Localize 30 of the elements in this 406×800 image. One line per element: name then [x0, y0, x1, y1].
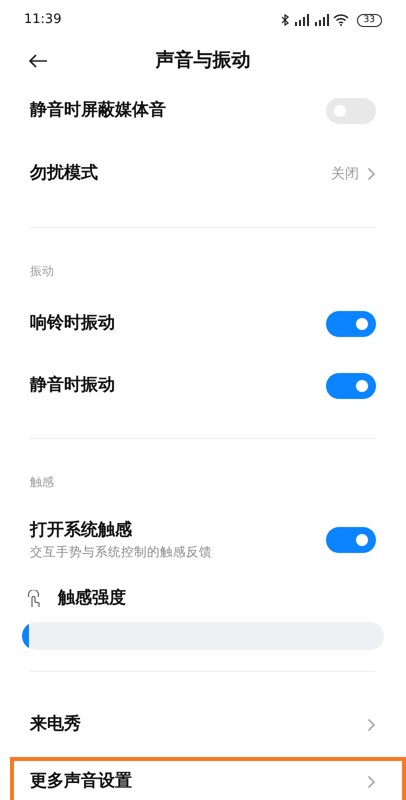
setting-label: 更多声音设置 — [30, 770, 132, 794]
section-label: 振动 — [30, 263, 54, 280]
toggle-switch[interactable] — [326, 527, 376, 553]
signal-icon — [312, 14, 329, 26]
setting-row[interactable]: 来电秀 — [0, 693, 406, 757]
setting-label: 静音时屏蔽媒体音 — [30, 99, 166, 122]
touch-icon — [26, 590, 42, 608]
section-label: 触感 — [30, 474, 54, 491]
toggle-switch[interactable] — [326, 373, 376, 399]
slider-track[interactable] — [22, 622, 384, 650]
chevron-icon — [367, 167, 376, 181]
setting-label: 打开系统触感 — [30, 518, 133, 542]
chevron-icon — [367, 718, 376, 732]
wifi-icon — [332, 14, 349, 26]
slider-label: 触感强度 — [58, 587, 126, 610]
page-title: 声音与振动 — [156, 48, 252, 73]
toggle-switch[interactable] — [326, 311, 376, 337]
setting-row[interactable]: 勿扰模式 关闭 — [0, 142, 406, 206]
setting-row[interactable]: 更多声音设置 — [10, 757, 406, 800]
setting-label: 静音时振动 — [30, 374, 115, 398]
bluetooth-icon — [280, 14, 289, 26]
status-time: 11:39 — [24, 11, 62, 30]
setting-label: 勿扰模式 — [30, 162, 98, 186]
signal-icon — [292, 14, 309, 26]
chevron-icon — [367, 775, 376, 789]
setting-value: 关闭 — [331, 164, 359, 184]
battery-indicator: 33 — [356, 14, 382, 26]
setting-description: 交互手势与系统控制的触感反馈 — [30, 543, 212, 562]
setting-label: 响铃时振动 — [30, 312, 115, 336]
setting-label: 来电秀 — [30, 713, 81, 736]
